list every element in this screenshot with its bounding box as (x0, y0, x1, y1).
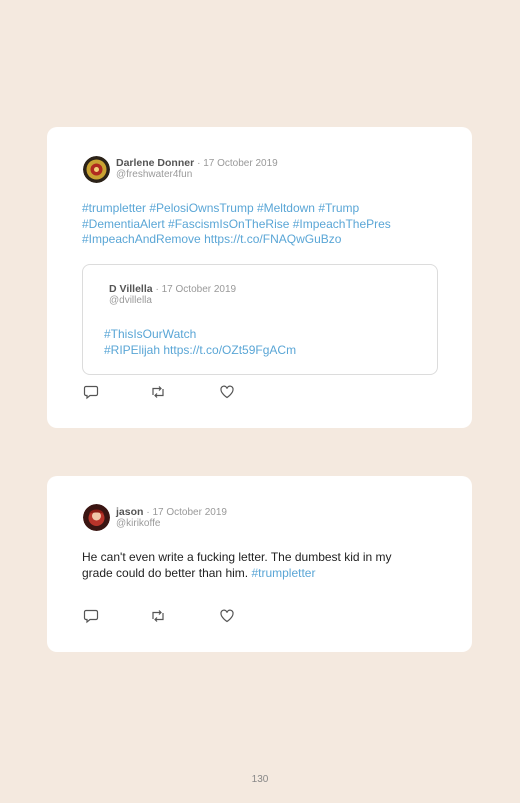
reply-icon[interactable] (83, 384, 99, 400)
tweet-date: · 17 October 2019 (197, 158, 278, 169)
tweet-line[interactable]: #ImpeachAndRemove https://t.co/FNAQwGuBz… (82, 232, 391, 248)
reply-icon[interactable] (83, 608, 99, 624)
avatar[interactable] (83, 156, 110, 183)
retweet-icon[interactable] (150, 384, 166, 400)
tweet-card: jason · 17 October 2019 @kirikoffe He ca… (47, 476, 472, 652)
author-name[interactable]: jason · 17 October 2019 (116, 506, 227, 518)
quoted-line[interactable]: #ThisIsOurWatch (104, 327, 296, 343)
author-handle: @freshwater4fun (116, 169, 193, 180)
tweet-text: #trumpletter #PelosiOwnsTrump #Meltdown … (82, 201, 391, 248)
tweet-line: He can't even write a fucking letter. Th… (82, 550, 392, 564)
author-handle: @kirikoffe (116, 518, 161, 529)
tweet-text: He can't even write a fucking letter. Th… (82, 550, 392, 581)
tweet-card: Darlene Donner · 17 October 2019 @freshw… (47, 127, 472, 428)
tweet-line[interactable]: #trumpletter #PelosiOwnsTrump #Meltdown … (82, 201, 391, 217)
like-icon[interactable] (219, 384, 235, 400)
quoted-tweet[interactable]: D Villella · 17 October 2019 @dvillella … (82, 264, 438, 375)
author-name[interactable]: Darlene Donner · 17 October 2019 (116, 157, 278, 169)
tweet-line[interactable]: #DementiaAlert #FascismIsOnTheRise #Impe… (82, 217, 391, 233)
quoted-date: · 17 October 2019 (155, 284, 237, 295)
hashtag-link[interactable]: #trumpletter (251, 566, 315, 580)
avatar[interactable] (83, 504, 110, 531)
tweet-actions (83, 384, 243, 400)
quoted-author-name[interactable]: D Villella · 17 October 2019 (109, 283, 236, 295)
retweet-icon[interactable] (150, 608, 166, 624)
tweet-line: grade could do better than him. #trumple… (82, 565, 316, 580)
quoted-author-handle: @dvillella (109, 295, 152, 306)
quoted-text: #ThisIsOurWatch #RIPElijah https://t.co/… (104, 327, 296, 358)
tweet-actions (83, 608, 243, 624)
page-number: 130 (251, 774, 269, 785)
like-icon[interactable] (219, 608, 235, 624)
quoted-line[interactable]: #RIPElijah https://t.co/OZt59FgACm (104, 343, 296, 359)
tweet-date: · 17 October 2019 (146, 507, 227, 518)
